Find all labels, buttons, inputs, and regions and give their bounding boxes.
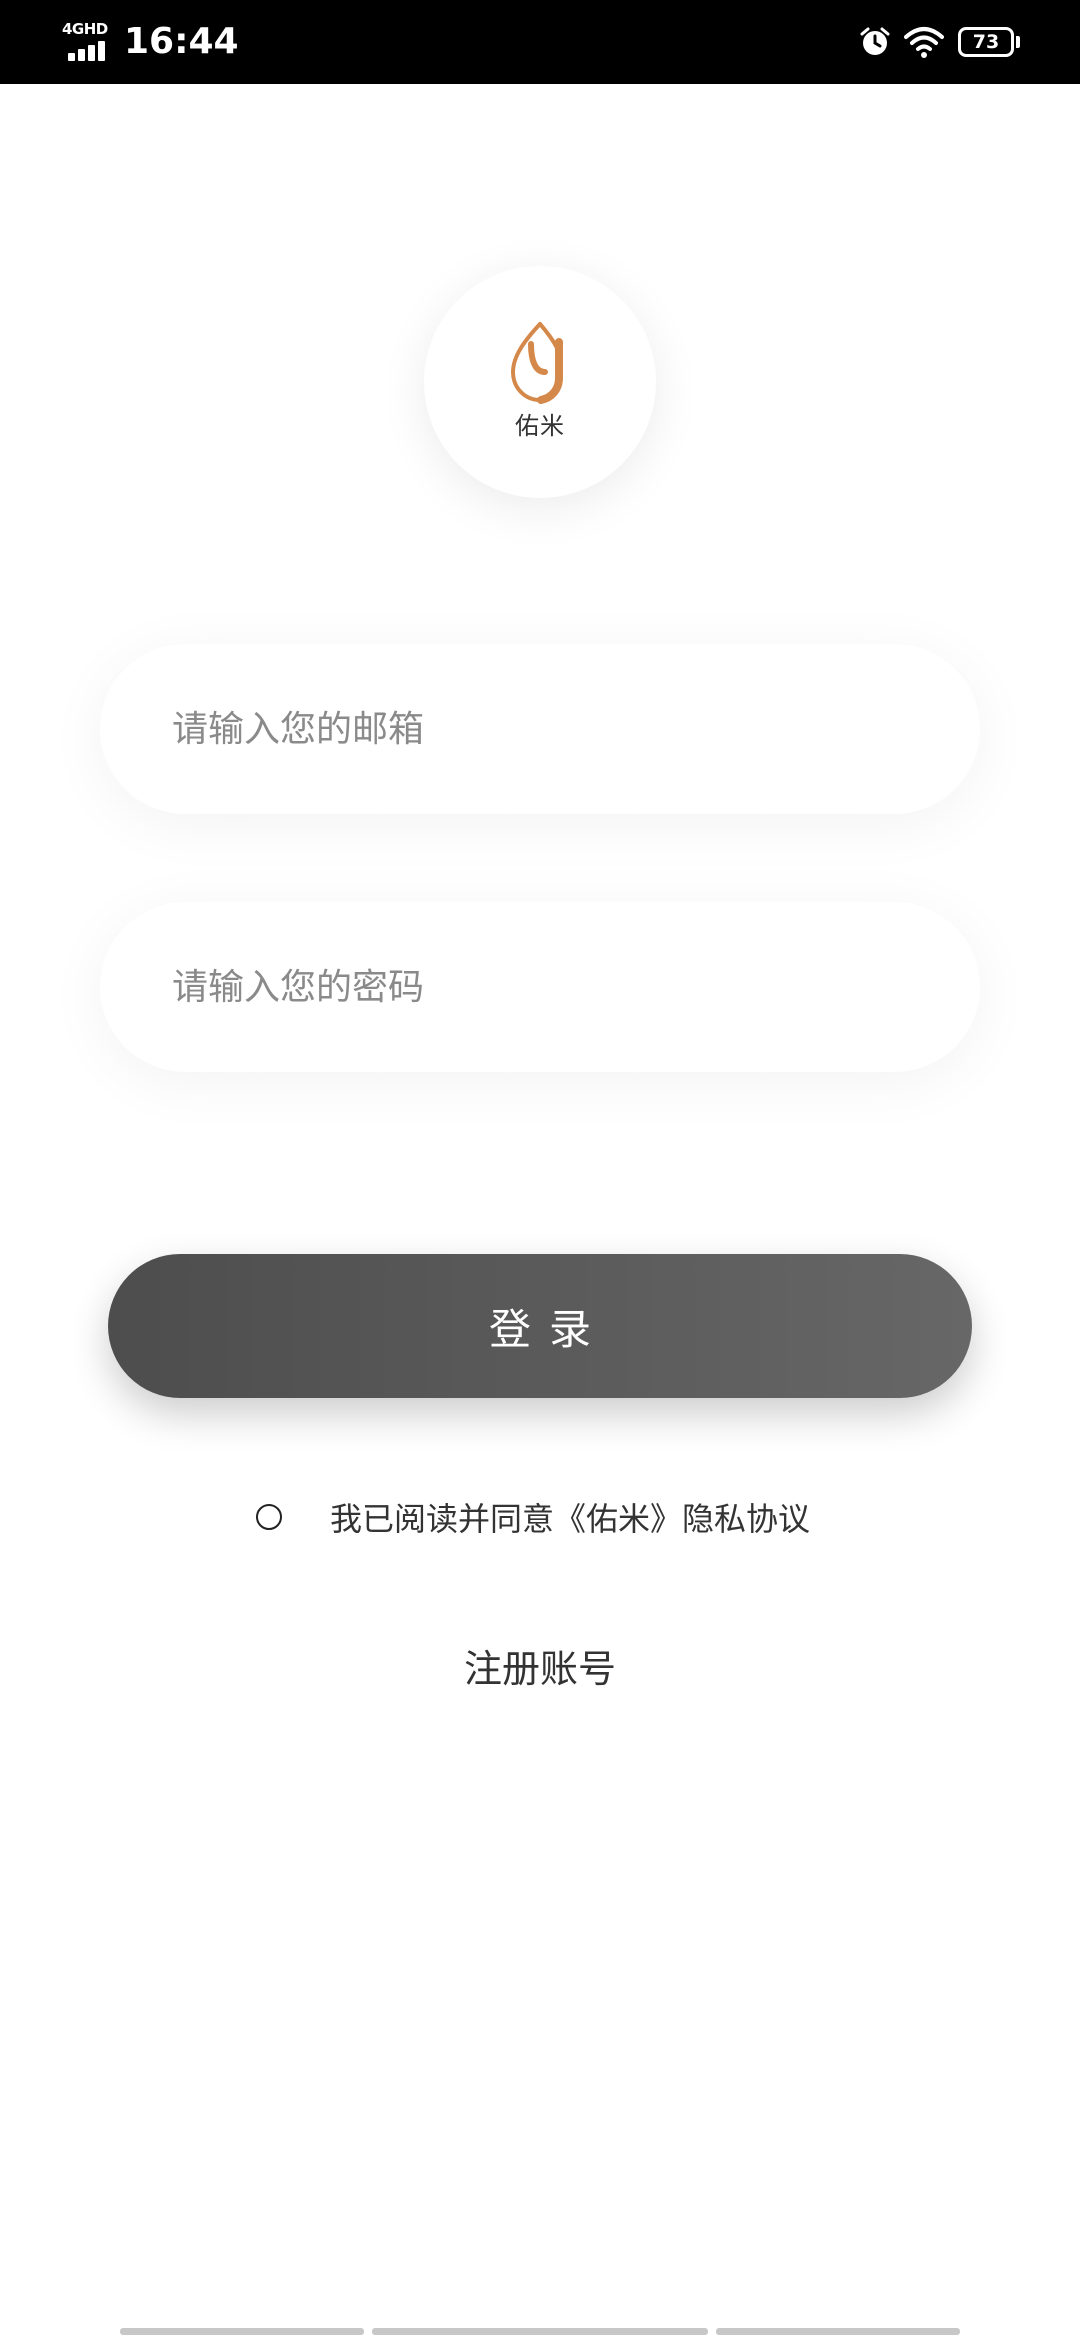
battery-icon: 73 (958, 27, 1014, 57)
status-right: 73 (858, 22, 1020, 62)
network-type: 4GHD (62, 20, 108, 38)
agree-radio-button[interactable] (256, 1504, 282, 1530)
email-input[interactable] (172, 708, 932, 750)
register-link[interactable]: 注册账号 (0, 1638, 1080, 1693)
alarm-icon (860, 27, 890, 55)
nav-handle-center (372, 2328, 708, 2335)
wifi-icon (904, 27, 944, 58)
droplet-logo-icon (510, 321, 563, 404)
privacy-agreement: 我已阅读并同意《佑米》隐私协议 (256, 1492, 810, 1542)
agreement-text[interactable]: 我已阅读并同意《佑米》隐私协议 (330, 1494, 810, 1540)
signal-icon: 4GHD (62, 21, 114, 63)
login-button[interactable]: 登录 (108, 1254, 972, 1398)
clock: 16:44 (124, 21, 239, 62)
battery-level: 73 (972, 30, 1000, 53)
password-field[interactable] (100, 902, 980, 1072)
nav-handle-right (716, 2328, 960, 2335)
logo-text: 佑米 (515, 411, 565, 440)
nav-handle-left (120, 2328, 364, 2335)
status-bar: 4GHD 16:44 73 (0, 0, 1080, 84)
email-field[interactable] (100, 644, 980, 814)
password-input[interactable] (172, 966, 932, 1008)
app-logo: 佑米 (424, 266, 656, 498)
battery-tip (1016, 36, 1020, 48)
status-left: 4GHD 16:44 (62, 18, 239, 66)
